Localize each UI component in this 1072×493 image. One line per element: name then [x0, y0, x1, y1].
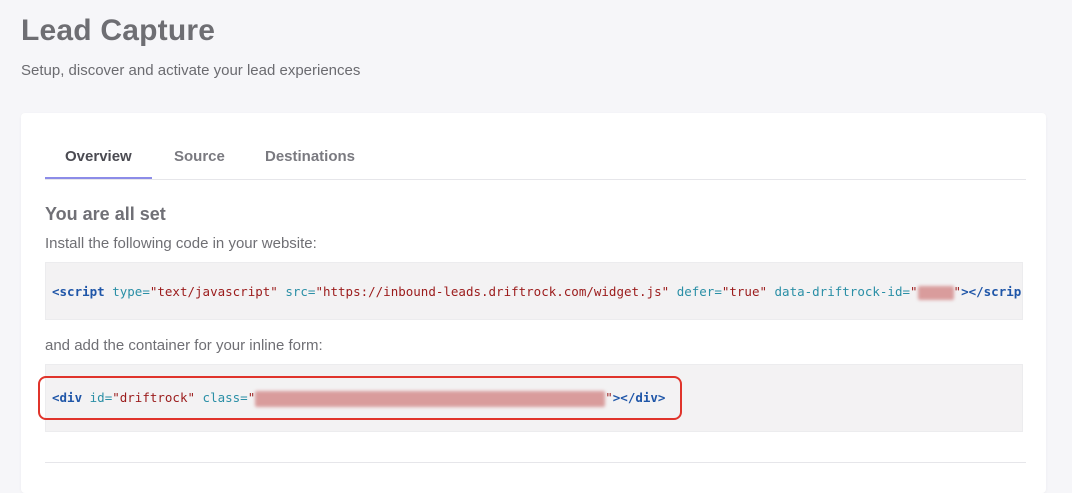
tab-source[interactable]: Source — [154, 137, 245, 179]
script-code-line: <script type="text/javascript" src="http… — [52, 284, 1021, 300]
code-attr-id: id= — [89, 390, 113, 405]
code-attr-driftrock-id: data-driftrock-id= — [774, 284, 910, 299]
code-div-open: <div — [52, 390, 83, 405]
div-code-block[interactable]: <div id="driftrock" class=" "></div> — [45, 364, 1023, 432]
redacted-class-value — [255, 390, 606, 407]
page-title: Lead Capture — [21, 14, 216, 47]
redacted-id-value — [917, 285, 954, 300]
install-instruction: Install the following code in your websi… — [45, 235, 317, 252]
code-val-id: "driftrock" — [112, 390, 196, 405]
container-instruction: and add the container for your inline fo… — [45, 337, 323, 354]
page-subtitle: Setup, discover and activate your lead e… — [21, 62, 361, 79]
code-quote-close: " — [953, 284, 962, 299]
code-val-src: "https://inbound-leads.driftrock.com/wid… — [315, 284, 670, 299]
code-class-quote-open: " — [247, 390, 256, 405]
divider — [45, 462, 1026, 463]
code-tag-open: <script — [52, 284, 105, 299]
script-code-block[interactable]: <script type="text/javascript" src="http… — [45, 262, 1023, 320]
div-code-line: <div id="driftrock" class=" "></div> — [52, 390, 665, 407]
code-attr-defer: defer= — [676, 284, 722, 299]
tab-bar: Overview Source Destinations — [45, 137, 1026, 180]
code-attr-type: type= — [112, 284, 150, 299]
code-attr-src: src= — [285, 284, 316, 299]
code-class-quote-close: " — [605, 390, 613, 405]
lead-capture-card: Overview Source Destinations You are all… — [21, 113, 1046, 493]
tab-overview[interactable]: Overview — [45, 137, 152, 179]
code-quote-open: " — [910, 284, 918, 299]
tab-destinations[interactable]: Destinations — [245, 137, 375, 179]
code-tag-close: ></scrip — [961, 284, 1022, 299]
code-val-type: "text/javascript" — [149, 284, 278, 299]
code-attr-class: class= — [202, 390, 248, 405]
code-div-close: ></div> — [612, 390, 666, 405]
code-val-defer: "true" — [721, 284, 767, 299]
section-heading: You are all set — [45, 204, 166, 224]
